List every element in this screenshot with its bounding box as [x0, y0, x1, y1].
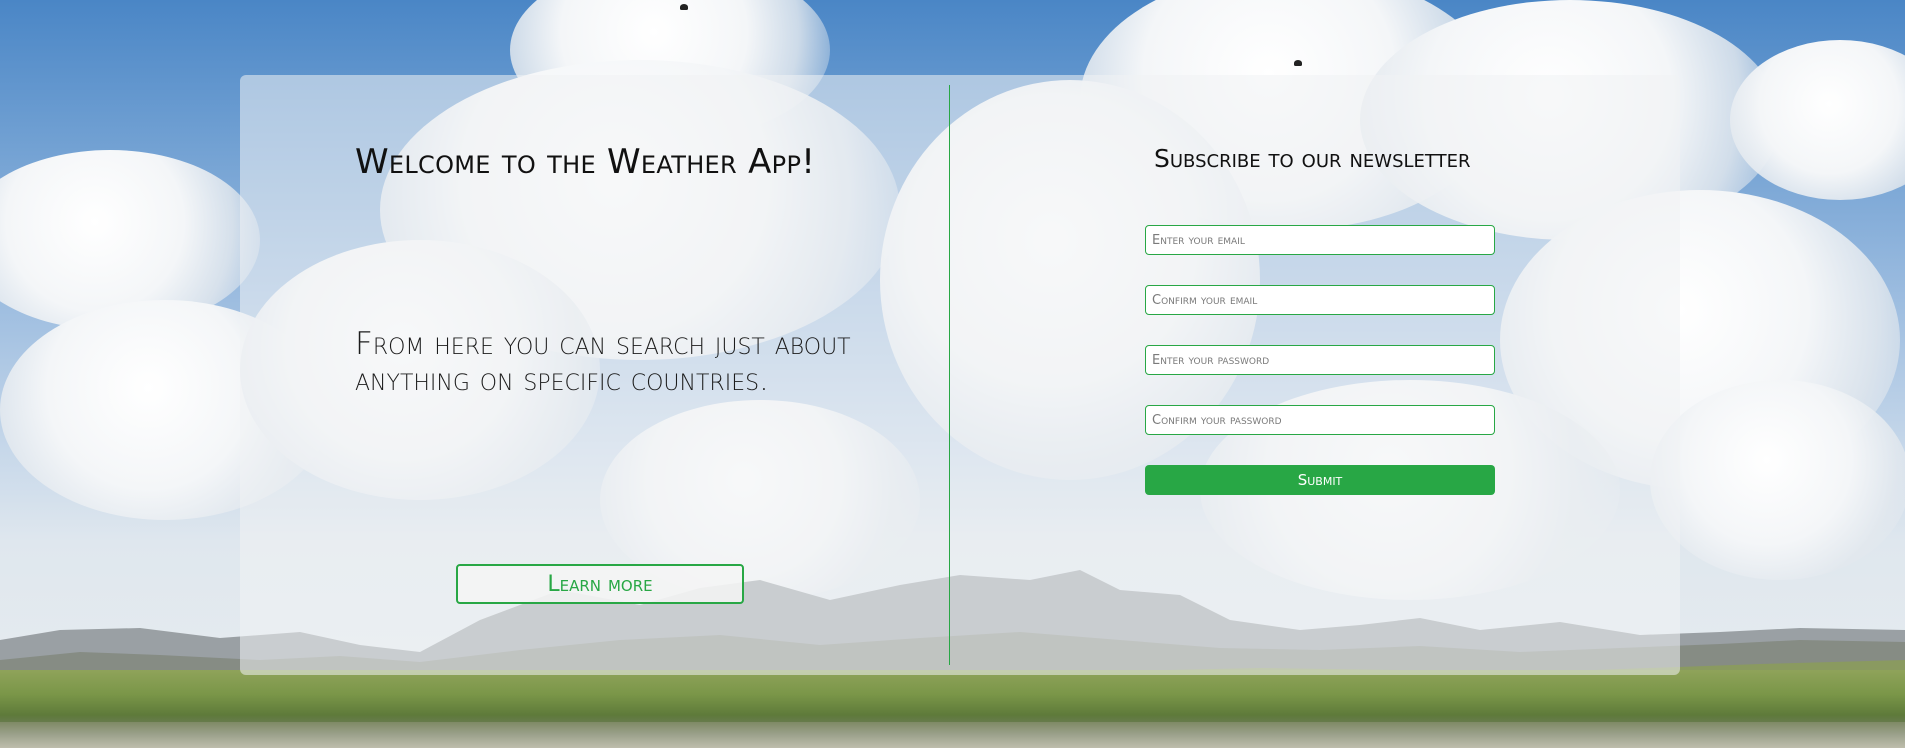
- bird-decoration: [680, 4, 688, 10]
- password-field[interactable]: [1145, 345, 1495, 375]
- email-field[interactable]: [1145, 225, 1495, 255]
- bird-decoration: [1294, 60, 1302, 66]
- section-divider: [949, 85, 950, 665]
- confirm-email-field[interactable]: [1145, 285, 1495, 315]
- welcome-heading: Welcome to the Weather App!: [355, 142, 816, 182]
- submit-button[interactable]: Submit: [1145, 465, 1495, 495]
- cloud-decoration: [1650, 380, 1905, 580]
- newsletter-heading: Subscribe to our newsletter: [1154, 144, 1471, 173]
- page-bottom-edge: [0, 748, 1905, 752]
- intro-description: From here you can search just about anyt…: [355, 326, 851, 398]
- confirm-password-field[interactable]: [1145, 405, 1495, 435]
- learn-more-button[interactable]: Learn more: [456, 564, 744, 604]
